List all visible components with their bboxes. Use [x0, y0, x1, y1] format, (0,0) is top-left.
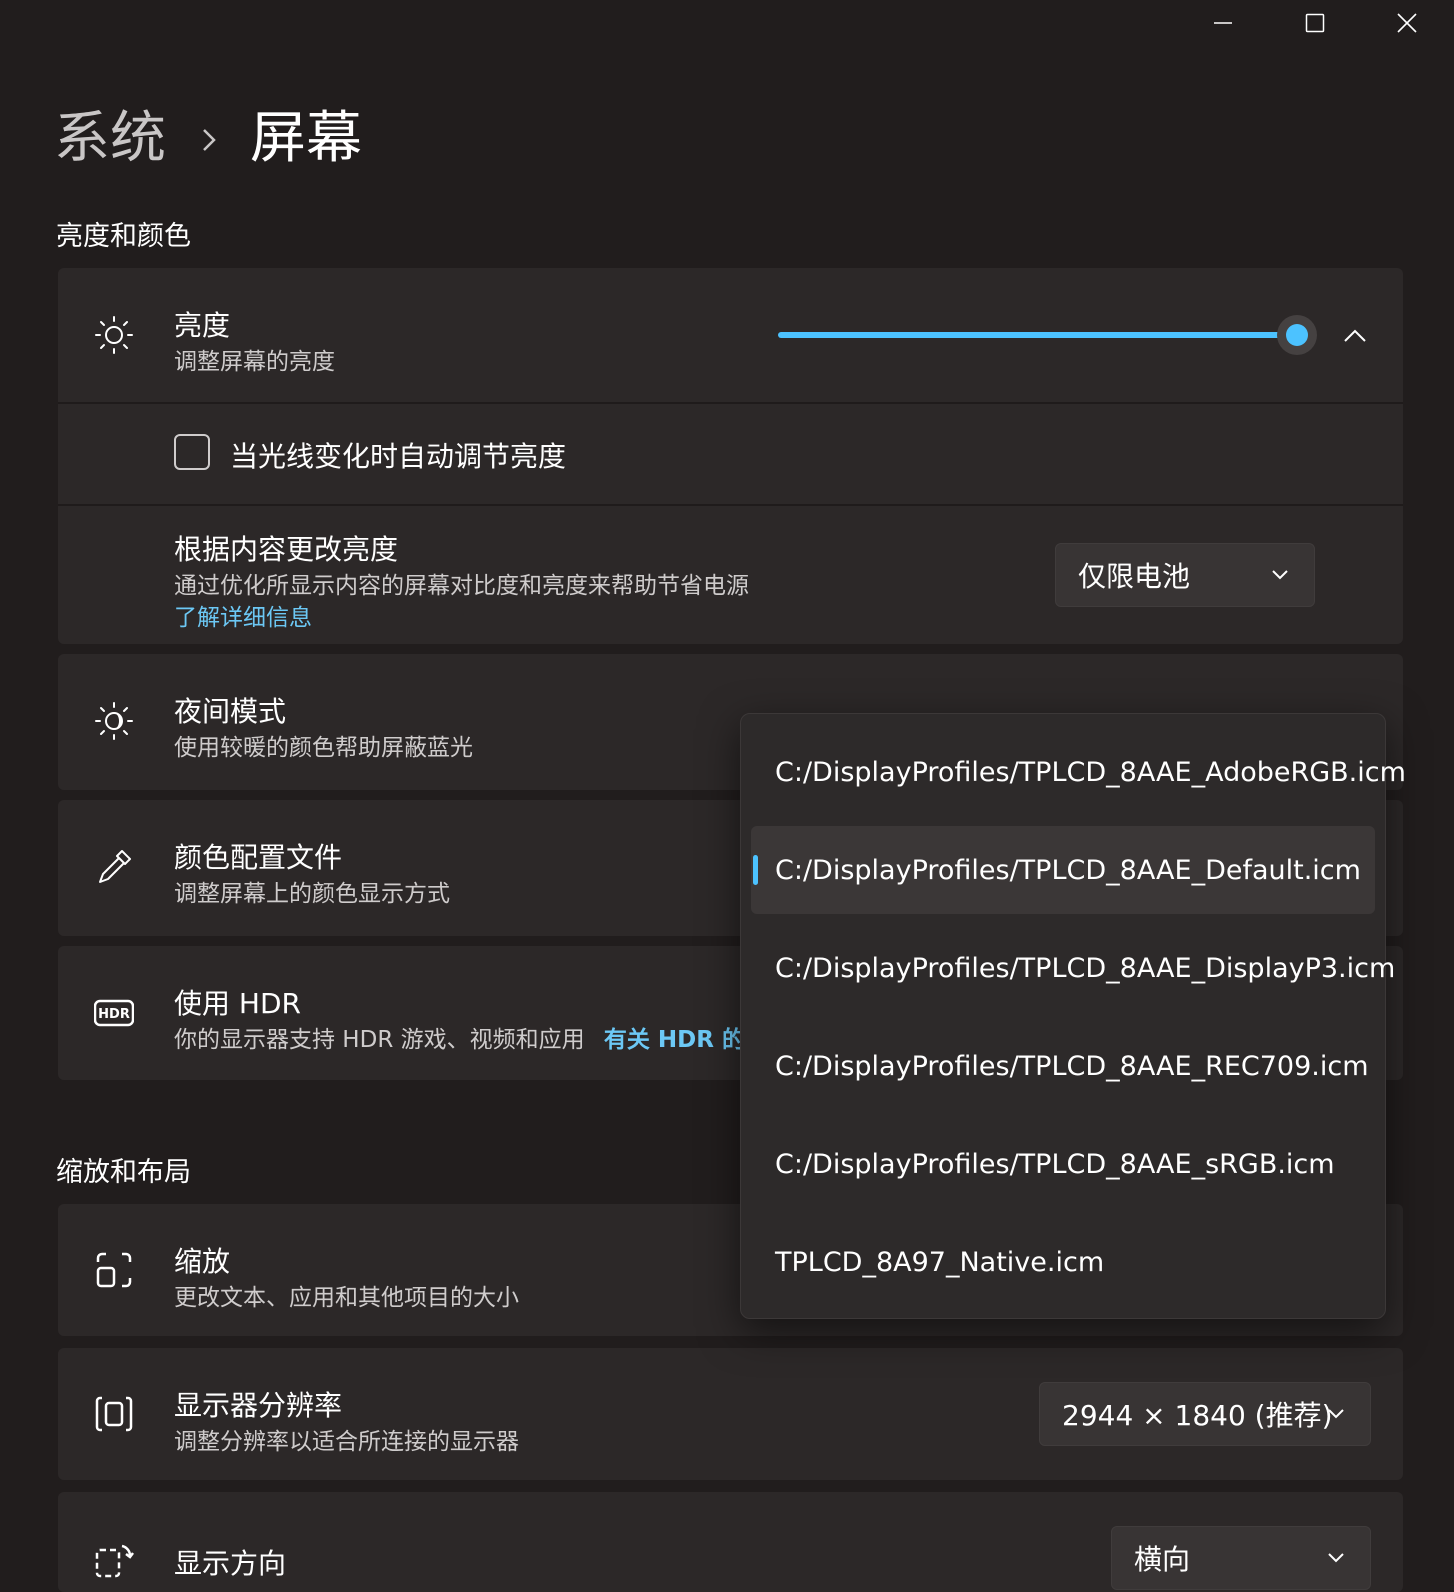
minimize-button[interactable]	[1177, 0, 1269, 46]
hdr-learn-more-link[interactable]: 有关 HDR 的	[604, 1027, 745, 1053]
color-profile-menu: C:/DisplayProfiles/TPLCD_8AAE_AdobeRGB.i…	[740, 713, 1406, 1319]
night-light-icon	[94, 701, 134, 741]
menu-item-label: C:/DisplayProfiles/TPLCD_8AAE_sRGB.icm	[775, 1148, 1335, 1180]
maximize-icon	[1305, 13, 1325, 33]
auto-brightness-row: 当光线变化时自动调节亮度	[58, 404, 1403, 504]
hdr-icon: HDR	[94, 993, 134, 1033]
chevron-right-icon	[196, 120, 222, 160]
chevron-down-icon	[1326, 1407, 1346, 1421]
brightness-slider-track[interactable]	[778, 332, 1298, 338]
hdr-description: 你的显示器支持 HDR 游戏、视频和应用 有关 HDR 的	[174, 1020, 745, 1054]
night-mode-title: 夜间模式	[174, 695, 287, 728]
resolution-icon	[94, 1394, 134, 1434]
night-mode-description: 使用较暖的颜色帮助屏蔽蓝光	[174, 735, 473, 761]
menu-item-label: C:/DisplayProfiles/TPLCD_8AAE_Default.ic…	[775, 854, 1361, 886]
resolution-description: 调整分辨率以适合所连接的显示器	[174, 1429, 519, 1455]
menu-item-rec709[interactable]: C:/DisplayProfiles/TPLCD_8AAE_REC709.icm	[751, 1022, 1375, 1110]
section-title-scale-layout: 缩放和布局	[56, 1157, 191, 1188]
menu-item-label: TPLCD_8A97_Native.icm	[775, 1246, 1105, 1278]
resolution-title: 显示器分辨率	[174, 1389, 343, 1422]
menu-item-native[interactable]: TPLCD_8A97_Native.icm	[751, 1218, 1375, 1306]
sun-icon	[94, 315, 134, 355]
resolution-card: 显示器分辨率 调整分辨率以适合所连接的显示器 2944 × 1840 (推荐)	[58, 1348, 1403, 1480]
menu-item-default[interactable]: C:/DisplayProfiles/TPLCD_8AAE_Default.ic…	[751, 826, 1375, 914]
brightness-card: 亮度 调整屏幕的亮度	[58, 268, 1403, 402]
menu-item-label: C:/DisplayProfiles/TPLCD_8AAE_DisplayP3.…	[775, 952, 1396, 984]
brightness-description: 调整屏幕的亮度	[174, 349, 335, 375]
content-brightness-description: 通过优化所显示内容的屏幕对比度和亮度来帮助节省电源	[174, 573, 749, 599]
menu-item-displayp3[interactable]: C:/DisplayProfiles/TPLCD_8AAE_DisplayP3.…	[751, 924, 1395, 1012]
auto-brightness-checkbox[interactable]	[174, 434, 210, 470]
content-brightness-dropdown[interactable]: 仅限电池	[1055, 543, 1315, 607]
scale-title: 缩放	[174, 1245, 231, 1278]
content-brightness-row: 根据内容更改亮度 通过优化所显示内容的屏幕对比度和亮度来帮助节省电源 了解详细信…	[58, 506, 1403, 644]
brightness-slider-thumb[interactable]	[1277, 315, 1317, 355]
resolution-dropdown[interactable]: 2944 × 1840 (推荐)	[1039, 1382, 1371, 1446]
chevron-down-icon	[1270, 568, 1290, 582]
scale-icon	[94, 1250, 134, 1290]
menu-item-adobergb[interactable]: C:/DisplayProfiles/TPLCD_8AAE_AdobeRGB.i…	[751, 728, 1406, 816]
selection-indicator	[753, 855, 758, 885]
orientation-title: 显示方向	[174, 1547, 287, 1580]
orientation-card: 显示方向 横向	[58, 1492, 1403, 1592]
content-brightness-title: 根据内容更改亮度	[174, 533, 399, 566]
menu-item-srgb[interactable]: C:/DisplayProfiles/TPLCD_8AAE_sRGB.icm	[751, 1120, 1375, 1208]
color-profile-title: 颜色配置文件	[174, 841, 343, 874]
brightness-title: 亮度	[174, 309, 231, 342]
maximize-button[interactable]	[1269, 0, 1361, 46]
auto-brightness-label: 当光线变化时自动调节亮度	[230, 440, 567, 473]
learn-more-link[interactable]: 了解详细信息	[174, 598, 312, 632]
close-button[interactable]	[1361, 0, 1453, 46]
content-brightness-selected: 仅限电池	[1078, 560, 1191, 593]
resolution-selected: 2944 × 1840 (推荐)	[1062, 1399, 1333, 1432]
orientation-selected: 横向	[1134, 1543, 1191, 1576]
page-title: 屏幕	[250, 106, 362, 171]
hdr-description-text: 你的显示器支持 HDR 游戏、视频和应用	[174, 1027, 585, 1053]
breadcrumb-parent[interactable]: 系统	[54, 104, 166, 174]
eyedropper-icon	[94, 847, 134, 887]
orientation-dropdown[interactable]: 横向	[1111, 1526, 1371, 1590]
scale-description: 更改文本、应用和其他项目的大小	[174, 1285, 519, 1311]
color-profile-description: 调整屏幕上的颜色显示方式	[174, 881, 450, 907]
section-title-brightness-color: 亮度和颜色	[56, 221, 191, 252]
chevron-down-icon	[1326, 1551, 1346, 1565]
menu-item-label: C:/DisplayProfiles/TPLCD_8AAE_AdobeRGB.i…	[775, 756, 1406, 788]
close-icon	[1397, 13, 1417, 33]
svg-text:HDR: HDR	[98, 1007, 130, 1022]
chevron-up-icon[interactable]	[1342, 322, 1368, 348]
hdr-title: 使用 HDR	[174, 987, 301, 1020]
orientation-icon	[94, 1540, 134, 1580]
menu-item-label: C:/DisplayProfiles/TPLCD_8AAE_REC709.icm	[775, 1050, 1369, 1082]
minimize-icon	[1214, 22, 1232, 24]
